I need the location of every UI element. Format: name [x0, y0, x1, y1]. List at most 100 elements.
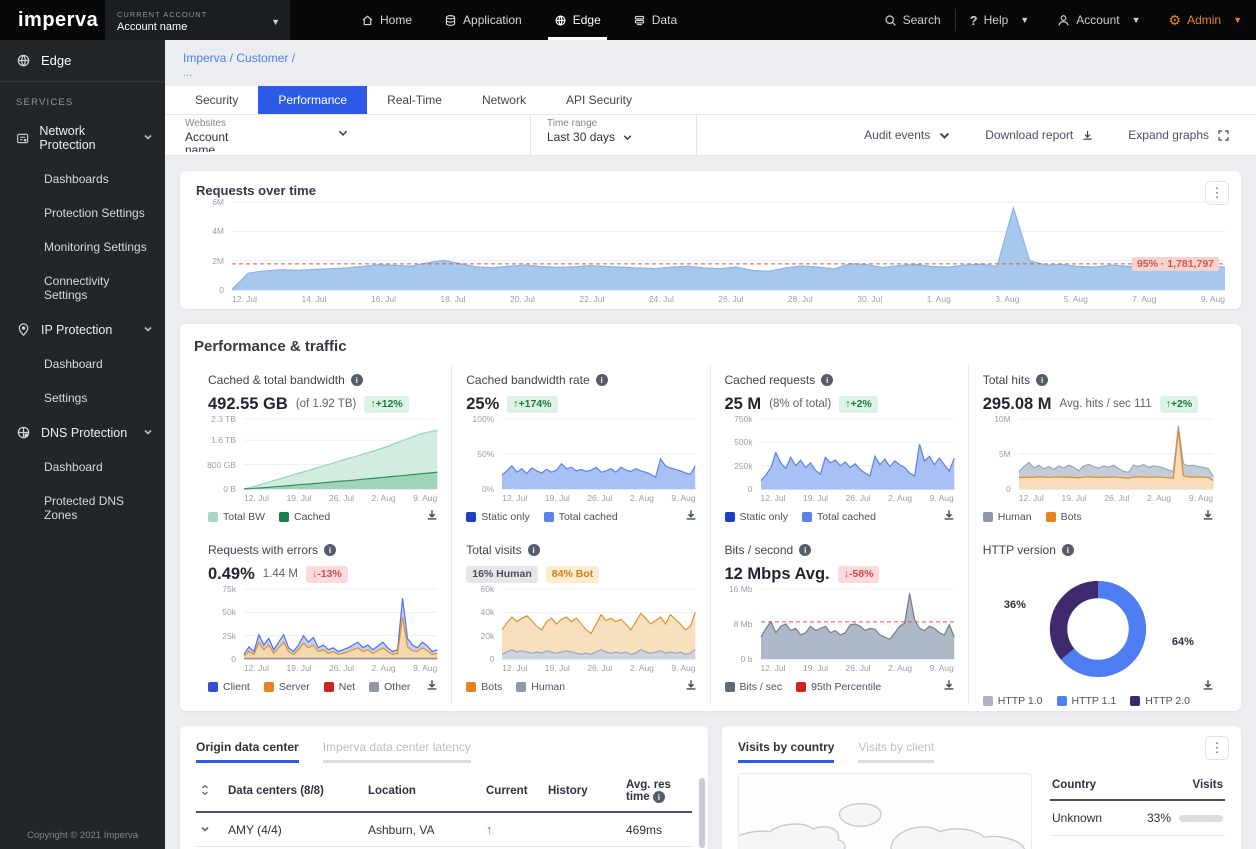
download-chart-button[interactable]: [425, 508, 439, 527]
search-button[interactable]: Search: [870, 0, 955, 40]
nav-item-application[interactable]: Application: [428, 0, 538, 40]
y-tick-label: 6M: [212, 197, 224, 207]
legend-item: Total cached: [543, 511, 618, 523]
sidebar-item-protection-settings[interactable]: Protection Settings: [0, 196, 165, 230]
table-row[interactable]: AMY (4/4) Ashburn, VA ↑ 469ms: [196, 812, 692, 848]
legend-item: Human: [516, 681, 565, 693]
http-version-donut-chart: 36% 64%: [983, 571, 1213, 687]
account-menu[interactable]: Account ▼: [1043, 0, 1154, 40]
sidebar-item-monitoring-settings[interactable]: Monitoring Settings: [0, 230, 165, 264]
breadcrumb-path[interactable]: Imperva / Customer /: [183, 51, 1238, 65]
download-chart-button[interactable]: [942, 678, 956, 697]
x-tick-label: 26. Jul: [845, 663, 871, 673]
table-scrollbar[interactable]: [699, 778, 705, 848]
download-report-button[interactable]: Download report: [985, 128, 1094, 142]
trend-badge: ↑+12%: [364, 395, 409, 413]
info-icon[interactable]: i: [1061, 544, 1074, 556]
y-tick-label: 50k: [222, 607, 236, 618]
y-tick-label: 25k: [222, 630, 236, 641]
chevron-down-icon[interactable]: [337, 126, 349, 144]
chevron-down-icon: [623, 135, 632, 141]
chart-legend: Bots Human: [466, 681, 695, 693]
x-tick-label: 16. Jul: [370, 294, 396, 304]
metric-card-cached-requests: Cached requests i 25 M (8% of total) ↑+2%…: [711, 365, 969, 535]
x-tick-label: 9. Aug: [1188, 493, 1213, 503]
info-icon[interactable]: i: [821, 374, 834, 386]
help-menu[interactable]: ? Help ▼: [956, 0, 1044, 40]
sidebar-item-dashboards[interactable]: Dashboards: [0, 162, 165, 196]
y-tick-label: 100%: [472, 414, 495, 424]
sidebar-item-ip-settings[interactable]: Settings: [0, 381, 165, 415]
sidebar-item-dns-dashboard[interactable]: Dashboard: [0, 450, 165, 484]
sidebar-item-ip-dashboard[interactable]: Dashboard: [0, 347, 165, 381]
sidebar-group-network-protection[interactable]: Network Protection: [0, 114, 165, 162]
edge-icon: [555, 14, 566, 26]
origin-data-center-panel: Origin data center Imperva data center l…: [180, 726, 708, 849]
data-icon: [634, 15, 644, 25]
info-icon[interactable]: i: [350, 374, 363, 386]
legend-swatch: [466, 512, 477, 522]
y-tick-label: 1.6 TB: [211, 435, 236, 446]
download-chart-button[interactable]: [942, 508, 956, 527]
sidebar-group-ip-protection[interactable]: IP Protection: [0, 312, 165, 347]
info-icon[interactable]: i: [1036, 374, 1049, 386]
websites-filter[interactable]: Websites Account name: [185, 118, 530, 152]
tab-visits-by-client[interactable]: Visits by client: [858, 740, 935, 763]
y-tick-label: 5M: [998, 449, 1011, 459]
download-chart-button[interactable]: [684, 678, 698, 697]
metric-sub: (of 1.92 TB): [295, 398, 357, 410]
tab-api-security[interactable]: API Security: [546, 86, 652, 114]
admin-menu[interactable]: ⚙ Admin ▼: [1155, 0, 1256, 40]
x-tick-label: 18. Jul: [440, 294, 466, 304]
x-tick-label: 19. Jul: [803, 493, 829, 503]
nav-item-home[interactable]: Home: [345, 0, 428, 40]
download-chart-button[interactable]: [684, 508, 698, 527]
current-account-value: Account name: [117, 20, 188, 33]
tab-network[interactable]: Network: [462, 86, 546, 114]
chevron-down-icon[interactable]: [200, 823, 210, 837]
sidebar-item-protected-dns-zones[interactable]: Protected DNS Zones: [0, 484, 165, 532]
legend-item: HTTP 1.1: [1056, 695, 1116, 707]
panel-menu-button[interactable]: ⋮: [1205, 736, 1229, 760]
sidebar-group-dns-protection[interactable]: DNS Protection: [0, 415, 165, 450]
tab-security[interactable]: Security: [175, 86, 258, 114]
legend-item: Human: [982, 511, 1032, 523]
current-account-selector[interactable]: CURRENT ACCOUNT Account name ▼: [105, 0, 290, 40]
info-icon[interactable]: i: [652, 791, 665, 803]
time-range-value: Last 30 days: [547, 130, 616, 144]
tab-performance[interactable]: Performance: [258, 86, 368, 114]
expand-all-icon[interactable]: [200, 784, 210, 798]
tab-imperva-data-center-latency[interactable]: Imperva data center latency: [322, 740, 471, 763]
metric-sub: 1.44 M: [262, 568, 298, 580]
sidebar-item-connectivity-settings[interactable]: Connectivity Settings: [0, 264, 165, 312]
info-icon[interactable]: i: [595, 374, 608, 386]
tab-origin-data-center[interactable]: Origin data center: [196, 740, 299, 763]
download-icon: [1083, 130, 1092, 140]
chart-legend: HTTP 1.0 HTTP 1.1 HTTP 2.0: [982, 695, 1213, 707]
chevron-down-icon: ▼: [1233, 15, 1242, 25]
tab-real-time[interactable]: Real-Time: [367, 86, 462, 114]
y-tick-label: 0: [231, 654, 236, 664]
time-range-filter[interactable]: Time range Last 30 days: [531, 118, 696, 152]
chevron-down-icon: ▼: [271, 16, 280, 27]
legend-swatch: [1045, 512, 1056, 522]
expand-icon: [1218, 129, 1229, 141]
info-icon[interactable]: i: [324, 544, 337, 556]
nav-item-data[interactable]: Data: [617, 0, 693, 40]
application-icon: [445, 14, 456, 26]
download-chart-button[interactable]: [425, 678, 439, 697]
legend-item: Static only: [724, 511, 788, 523]
expand-graphs-button[interactable]: Expand graphs: [1128, 128, 1230, 142]
tab-visits-by-country[interactable]: Visits by country: [738, 740, 835, 763]
info-icon[interactable]: i: [799, 544, 812, 556]
x-tick-label: 2. Aug: [371, 493, 396, 503]
audit-events-dropdown[interactable]: Audit events: [864, 128, 951, 142]
x-tick-label: 19. Jul: [1061, 493, 1087, 503]
info-icon[interactable]: i: [527, 544, 540, 556]
chart-legend: Human Bots: [982, 511, 1213, 523]
download-chart-button[interactable]: [1201, 678, 1215, 697]
nav-item-edge[interactable]: Edge: [538, 0, 617, 40]
metric-card-cached-bandwidth-rate: Cached bandwidth rate i 25% ↑+174% 0% 50% 1…: [452, 365, 711, 535]
download-chart-button[interactable]: [1201, 508, 1215, 527]
sidebar-item-edge[interactable]: Edge: [0, 40, 165, 82]
